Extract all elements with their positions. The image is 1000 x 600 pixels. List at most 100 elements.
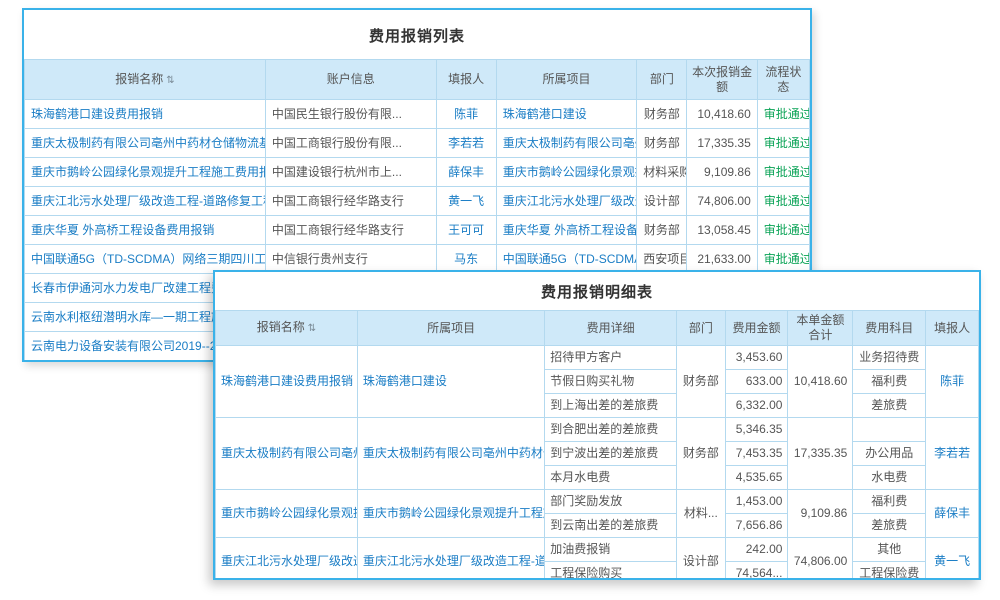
expense-list-title: 费用报销列表 [24,10,810,59]
filler-link[interactable]: 黄一飞 [436,187,496,216]
filler-link[interactable]: 薛保丰 [436,158,496,187]
expense-detail: 招待甲方客户 [545,346,677,370]
reimbursement-name-link[interactable]: 珠海鹤港口建设费用报销 [25,100,266,129]
expense-amount: 5,346.35 [725,418,788,442]
amount: 10,418.60 [687,100,757,129]
expense-category: 办公用品 [853,442,926,466]
col-header-reimbursement-name[interactable]: 报销名称⇅ [216,311,358,346]
expense-category: 差旅费 [853,394,926,418]
reimbursement-name-link[interactable]: 重庆华夏 外高桥工程设备费用报销 [25,216,266,245]
filler-link[interactable]: 李若若 [926,418,979,490]
account-info: 中国工商银行股份有限... [265,129,436,158]
status-badge[interactable]: 审批通过 [757,216,809,245]
col-header-account-info: 账户信息 [265,60,436,100]
col-header-expense-amount: 费用金额 [725,311,788,346]
department: 材料采购 [637,158,687,187]
reimbursement-name-link[interactable]: 重庆太极制药有限公司亳州中药 [216,418,358,490]
expense-detail: 到上海出差的差旅费 [545,394,677,418]
expense-amount: 7,453.35 [725,442,788,466]
table-row: 重庆市鹅岭公园绿化景观提升工程 重庆市鹅岭公园绿化景观提升工程施工 部门奖励发放… [216,490,979,514]
project-link[interactable]: 重庆江北污水处理厂级改造工程-道路修复工 [357,538,544,581]
expense-amount: 633.00 [725,370,788,394]
expense-amount: 74,564... [725,562,788,581]
project-link[interactable]: 重庆华夏 外高桥工程设备 [496,216,637,245]
expense-detail: 工程保险购买 [545,562,677,581]
table-row: 珠海鹤港口建设费用报销 珠海鹤港口建设 招待甲方客户 财务部 3,453.60 … [216,346,979,370]
amount: 13,058.45 [687,216,757,245]
department: 财务部 [637,129,687,158]
col-header-department: 部门 [637,60,687,100]
expense-detail: 加油费报销 [545,538,677,562]
expense-amount: 242.00 [725,538,788,562]
col-header-department: 部门 [677,311,726,346]
expense-amount: 1,453.00 [725,490,788,514]
status-badge[interactable]: 审批通过 [757,100,809,129]
total-amount: 74,806.00 [788,538,853,581]
expense-category: 水电费 [853,466,926,490]
expense-detail-table: 报销名称⇅ 所属项目 费用详细 部门 费用金额 本单金额合计 费用科目 填报人 … [215,310,979,580]
table-header-row: 报销名称⇅ 所属项目 费用详细 部门 费用金额 本单金额合计 费用科目 填报人 [216,311,979,346]
filler-link[interactable]: 黄一飞 [926,538,979,581]
amount: 74,806.00 [687,187,757,216]
total-amount: 10,418.60 [788,346,853,418]
reimbursement-name-link[interactable]: 重庆太极制药有限公司亳州中药材仓储物流基地项... [25,129,266,158]
sort-icon[interactable]: ⇅ [166,75,174,86]
project-link[interactable]: 珠海鹤港口建设 [496,100,637,129]
department: 财务部 [637,216,687,245]
table-row: 重庆江北污水处理厂级改造工程- 重庆江北污水处理厂级改造工程-道路修复工 加油费… [216,538,979,562]
reimbursement-name-link[interactable]: 珠海鹤港口建设费用报销 [216,346,358,418]
col-header-total-amount: 本单金额合计 [788,311,853,346]
status-badge[interactable]: 审批通过 [757,129,809,158]
project-link[interactable]: 重庆市鹅岭公园绿化景观提升... [496,158,637,187]
reimbursement-name-link[interactable]: 重庆市鹅岭公园绿化景观提升工程 [216,490,358,538]
col-header-amount: 本次报销金额 [687,60,757,100]
expense-detail-title: 费用报销明细表 [215,272,979,310]
table-row: 重庆江北污水处理厂级改造工程-道路修复工程费用... 中国工商银行经华路支行 黄… [25,187,810,216]
table-row: 重庆华夏 外高桥工程设备费用报销 中国工商银行经华路支行 王可可 重庆华夏 外高… [25,216,810,245]
col-header-filler: 填报人 [926,311,979,346]
filler-link[interactable]: 薛保丰 [926,490,979,538]
expense-amount: 3,453.60 [725,346,788,370]
expense-category: 差旅费 [853,514,926,538]
reimbursement-name-link[interactable]: 重庆市鹅岭公园绿化景观提升工程施工费用报销 [25,158,266,187]
col-header-reimbursement-name[interactable]: 报销名称⇅ [25,60,266,100]
reimbursement-name-link[interactable]: 重庆江北污水处理厂级改造工程-道路修复工程费用... [25,187,266,216]
status-badge[interactable]: 审批通过 [757,158,809,187]
expense-detail: 本月水电费 [545,466,677,490]
project-link[interactable]: 重庆太极制药有限公司亳州中药材仓储物流 [357,418,544,490]
reimbursement-name-link[interactable]: 重庆江北污水处理厂级改造工程- [216,538,358,581]
table-header-row: 报销名称⇅ 账户信息 填报人 所属项目 部门 本次报销金额 流程状态 [25,60,810,100]
project-link[interactable]: 重庆太极制药有限公司亳州中... [496,129,637,158]
expense-detail: 到宁波出差的差旅费 [545,442,677,466]
expense-category [853,418,926,442]
filler-link[interactable]: 陈菲 [436,100,496,129]
project-link[interactable]: 重庆市鹅岭公园绿化景观提升工程施工 [357,490,544,538]
project-link[interactable]: 重庆江北污水处理厂级改造工... [496,187,637,216]
project-link[interactable]: 珠海鹤港口建设 [357,346,544,418]
expense-category: 其他 [853,538,926,562]
amount: 9,109.86 [687,158,757,187]
col-header-expense-detail: 费用详细 [545,311,677,346]
total-amount: 9,109.86 [788,490,853,538]
expense-detail: 部门奖励发放 [545,490,677,514]
expense-category: 业务招待费 [853,346,926,370]
total-amount: 17,335.35 [788,418,853,490]
filler-link[interactable]: 李若若 [436,129,496,158]
expense-category: 福利费 [853,490,926,514]
expense-detail-panel: 费用报销明细表 报销名称⇅ 所属项目 费用详细 部门 费用金额 本单金额合计 费… [213,270,981,580]
department: 设计部 [677,538,726,581]
col-header-label: 报销名称 [115,72,163,86]
expense-amount: 7,656.86 [725,514,788,538]
expense-category: 福利费 [853,370,926,394]
expense-category: 工程保险费 [853,562,926,581]
filler-link[interactable]: 陈菲 [926,346,979,418]
status-badge[interactable]: 审批通过 [757,187,809,216]
amount: 17,335.35 [687,129,757,158]
col-header-label: 报销名称 [257,320,305,334]
expense-amount: 6,332.00 [725,394,788,418]
col-header-project: 所属项目 [496,60,637,100]
filler-link[interactable]: 王可可 [436,216,496,245]
expense-detail: 到合肥出差的差旅费 [545,418,677,442]
sort-icon[interactable]: ⇅ [308,323,316,334]
expense-detail: 节假日购买礼物 [545,370,677,394]
